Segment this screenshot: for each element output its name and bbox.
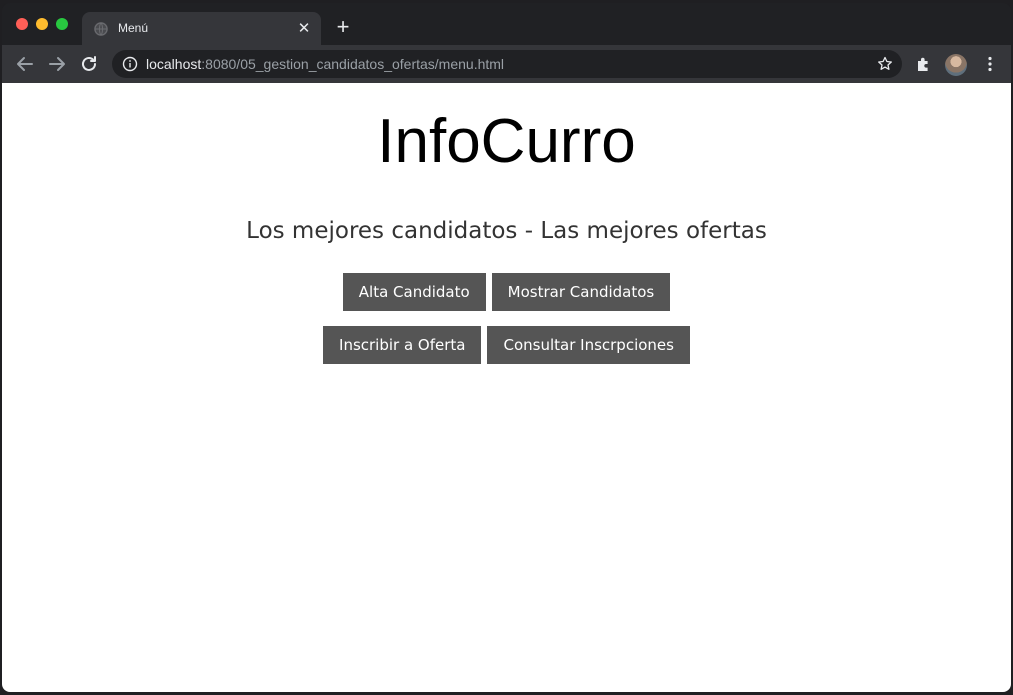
url-text[interactable]: localhost:8080/05_gestion_candidatos_ofe…	[146, 56, 504, 72]
tab-strip: Menú ✕ +	[2, 3, 1011, 46]
page-title: InfoCurro	[377, 107, 636, 176]
tab-title: Menú	[118, 21, 149, 35]
url-path: :8080/05_gestion_candidatos_ofertas/menu…	[201, 56, 505, 72]
menu-dots-icon[interactable]	[981, 55, 999, 73]
address-bar[interactable]: localhost:8080/05_gestion_candidatos_ofe…	[112, 50, 902, 78]
close-icon[interactable]: ✕	[296, 21, 312, 37]
new-tab-icon[interactable]: +	[332, 16, 354, 39]
page-tagline: Los mejores candidatos - Las mejores ofe…	[246, 218, 767, 244]
close-window-button[interactable]	[16, 18, 28, 30]
forward-arrow-icon[interactable]	[46, 53, 68, 75]
maximize-window-button[interactable]	[56, 18, 68, 30]
button-row-offers: Inscribir a Oferta Consultar Inscrpcione…	[2, 326, 1011, 364]
url-host: localhost	[146, 56, 202, 72]
inscribir-oferta-button[interactable]: Inscribir a Oferta	[323, 326, 482, 364]
active-tab[interactable]: Menú ✕	[82, 12, 321, 46]
info-icon[interactable]	[122, 56, 138, 72]
extensions-icon[interactable]	[914, 54, 934, 74]
minimize-window-button[interactable]	[36, 18, 48, 30]
back-arrow-icon[interactable]	[14, 53, 36, 75]
mostrar-candidatos-button[interactable]: Mostrar Candidatos	[491, 273, 671, 311]
browser-toolbar: localhost:8080/05_gestion_candidatos_ofe…	[2, 45, 1011, 83]
reload-icon[interactable]	[78, 53, 100, 75]
button-row-candidates: Alta Candidato Mostrar Candidatos	[2, 273, 1011, 311]
alta-candidato-button[interactable]: Alta Candidato	[342, 273, 486, 311]
avatar[interactable]	[945, 54, 967, 76]
star-icon[interactable]	[876, 55, 894, 73]
globe-icon	[94, 22, 108, 36]
page-content: InfoCurro Los mejores candidatos - Las m…	[2, 83, 1011, 692]
browser-window: Menú ✕ + localhost:8080/05_gestion_candi…	[2, 3, 1011, 692]
consultar-inscripciones-button[interactable]: Consultar Inscrpciones	[487, 326, 690, 364]
